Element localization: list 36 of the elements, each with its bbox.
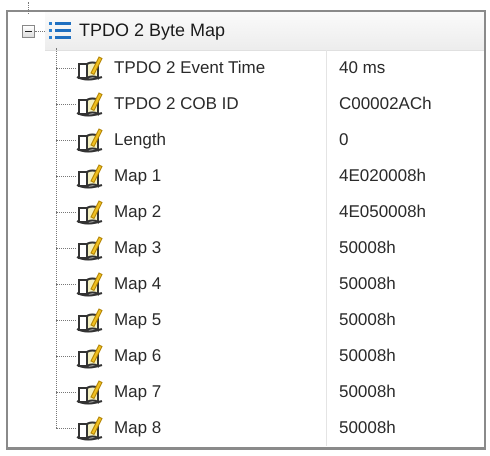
property-value: C00002ACh xyxy=(326,86,432,122)
edit-item-icon xyxy=(76,271,104,297)
property-value: 50008h xyxy=(326,302,396,338)
property-name[interactable]: Map 4 xyxy=(114,274,326,294)
property-value: 4E020008h xyxy=(326,158,426,194)
edit-item-icon xyxy=(76,163,104,189)
property-value: 0 xyxy=(326,122,348,158)
list-icon xyxy=(49,20,71,40)
property-name[interactable]: Map 8 xyxy=(114,418,326,438)
edit-item-icon xyxy=(76,91,104,117)
property-value: 50008h xyxy=(326,374,396,410)
property-name[interactable]: TPDO 2 Event Time xyxy=(114,58,326,78)
property-name[interactable]: Map 5 xyxy=(114,310,326,330)
property-name[interactable]: TPDO 2 COB ID xyxy=(114,94,326,114)
edit-item-icon xyxy=(76,55,104,81)
property-value: 50008h xyxy=(326,410,396,446)
property-name[interactable]: Map 7 xyxy=(114,382,326,402)
edit-item-icon xyxy=(76,379,104,405)
property-name[interactable]: Map 1 xyxy=(114,166,326,186)
property-value: 50008h xyxy=(326,266,396,302)
property-value: 40 ms xyxy=(326,50,386,86)
property-name[interactable]: Map 3 xyxy=(114,238,326,258)
edit-item-icon xyxy=(76,307,104,333)
edit-item-icon xyxy=(76,127,104,153)
property-name[interactable]: Map 2 xyxy=(114,202,326,222)
edit-item-icon xyxy=(76,235,104,261)
property-value: 50008h xyxy=(326,338,396,374)
property-name[interactable]: Map 6 xyxy=(114,346,326,366)
property-value: 4E050008h xyxy=(326,194,426,230)
edit-item-icon xyxy=(76,415,104,441)
collapse-toggle[interactable] xyxy=(22,24,35,38)
edit-item-icon xyxy=(76,343,104,369)
tree-node[interactable]: TPDO 2 Byte Map xyxy=(45,12,484,50)
edit-item-icon xyxy=(76,199,104,225)
property-value: 50008h xyxy=(326,230,396,266)
property-name[interactable]: Length xyxy=(114,130,326,150)
